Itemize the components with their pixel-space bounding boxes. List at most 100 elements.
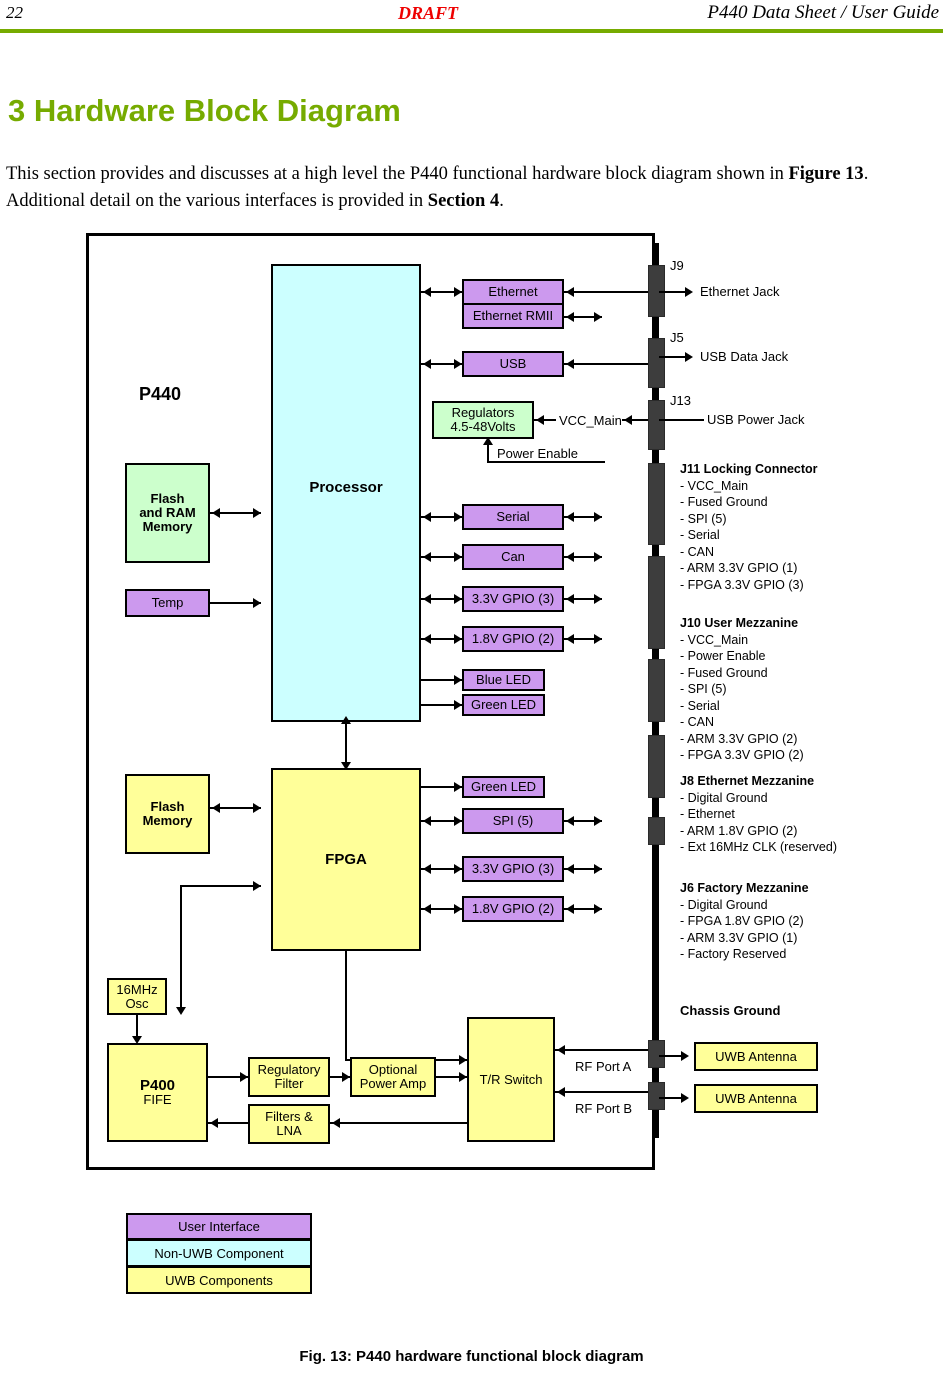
arrow-fpga-gpio33-right bbox=[454, 864, 462, 874]
arrow-ethernetjack-right bbox=[685, 287, 693, 297]
filterslna-line-1: Filters & bbox=[265, 1109, 313, 1124]
connector-j6-pin-1: - FPGA 1.8V GPIO (2) bbox=[680, 914, 804, 928]
label-rf-port-b: RF Port B bbox=[575, 1101, 633, 1116]
arrow-flashram-left bbox=[212, 508, 220, 518]
connector-j10-pin-7: - FPGA 3.3V GPIO (2) bbox=[680, 748, 804, 762]
arrow-power-enable-up bbox=[483, 437, 493, 445]
block-flash-and-ram-memory: Flash and RAM Memory bbox=[125, 463, 210, 563]
block-proc-gpio-33v: 3.3V GPIO (3) bbox=[462, 586, 564, 612]
diagram-legend: User Interface Non-UWB Component UWB Com… bbox=[126, 1213, 312, 1294]
arrow-gpio18-left bbox=[423, 634, 431, 644]
link-fpga-p400-h bbox=[180, 885, 261, 887]
block-filters-lna: Filters & LNA bbox=[248, 1104, 330, 1144]
connector-j8-pin-2: - ARM 1.8V GPIO (2) bbox=[680, 823, 798, 838]
arrow-serial-right bbox=[454, 512, 462, 522]
arrow-gpio18-right bbox=[454, 634, 462, 644]
connector-j11-pin-2: - SPI (5) bbox=[680, 511, 727, 526]
label-ethernet-jack: Ethernet Jack bbox=[700, 284, 780, 299]
connector-pad-rf-b[interactable] bbox=[648, 1082, 665, 1110]
block-regulators: Regulators 4.5-48Volts bbox=[432, 401, 534, 439]
arrow-rmii-left bbox=[566, 312, 574, 322]
connector-pad-rf-a[interactable] bbox=[648, 1040, 665, 1068]
arrow-serial-left bbox=[423, 512, 431, 522]
link-j13-usbpowerjack bbox=[659, 419, 704, 421]
connector-j6-title: J6 Factory Mezzanine bbox=[680, 881, 809, 895]
label-usb-data-jack: USB Data Jack bbox=[700, 349, 789, 364]
link-power-enable-v bbox=[487, 444, 489, 463]
regfilter-line-1: Regulatory bbox=[257, 1062, 321, 1077]
connector-descriptor-j11: J11 Locking Connector - VCC_Main - Fused… bbox=[680, 461, 818, 593]
flash-ram-line-3: Memory bbox=[142, 519, 193, 534]
osc-line-2: Osc bbox=[125, 995, 149, 1011]
arrow-greenled-right bbox=[454, 700, 462, 710]
connector-j8-pin-3: - Ext 16MHz CLK (reserved) bbox=[680, 840, 837, 854]
label-vcc-main: VCC_Main bbox=[559, 413, 622, 428]
arrow-fpga-gpio18-out-right bbox=[594, 904, 602, 914]
arrow-spi-left bbox=[423, 816, 431, 826]
hardware-block-diagram: P440 Processor Flash and RAM Memory Temp… bbox=[0, 0, 943, 1382]
block-uwb-antenna-a: UWB Antenna bbox=[694, 1042, 818, 1071]
osc-line-1: 16MHz bbox=[116, 981, 158, 997]
arrow-blueled-right bbox=[454, 675, 462, 685]
arrow-ethernet-j9 bbox=[566, 287, 574, 297]
connector-id-j13: J13 bbox=[670, 393, 691, 408]
arrow-usb-j5 bbox=[566, 359, 574, 369]
arrow-trswitch-filterslna bbox=[332, 1118, 340, 1128]
connector-pad-j10[interactable] bbox=[648, 556, 665, 649]
p400-line-1: P400 bbox=[139, 1076, 176, 1094]
block-tr-switch: T/R Switch bbox=[467, 1017, 555, 1142]
block-p400-fife: P400 FIFE bbox=[107, 1043, 208, 1142]
block-fpga: FPGA bbox=[271, 768, 421, 951]
arrow-regfilter-poweramp bbox=[342, 1072, 350, 1082]
connector-j10-pin-4: - Serial bbox=[680, 698, 720, 713]
arrow-temp-right bbox=[253, 598, 261, 608]
block-green-led-processor: Green LED bbox=[462, 694, 545, 716]
link-ethernet-j9 bbox=[564, 291, 654, 293]
arrow-fpga-p400-down bbox=[176, 1007, 186, 1015]
connector-j6-pin-3: - Factory Reserved bbox=[680, 947, 787, 961]
flash-ram-line-1: Flash bbox=[150, 491, 185, 506]
connector-j8-title: J8 Ethernet Mezzanine bbox=[680, 774, 815, 788]
arrow-j13-vcc bbox=[624, 415, 632, 425]
connector-j8-pin-0: - Digital Ground bbox=[680, 790, 768, 805]
arrow-antenna-a-right bbox=[681, 1051, 689, 1061]
link-fpga-trswitch-v bbox=[345, 951, 347, 1061]
block-ethernet-rmii: Ethernet RMII bbox=[462, 304, 564, 329]
block-spi: SPI (5) bbox=[462, 808, 564, 834]
connector-id-j9: J9 bbox=[670, 258, 684, 273]
arrow-fpga-gpio33-out-left bbox=[566, 864, 574, 874]
connector-descriptor-j10: J10 User Mezzanine - VCC_Main - Power En… bbox=[680, 615, 804, 764]
connector-pad-j6[interactable] bbox=[648, 735, 665, 798]
arrow-proc-fpga-up bbox=[341, 716, 351, 724]
connector-pad-j5[interactable] bbox=[648, 338, 665, 388]
connector-j11-pin-3: - Serial bbox=[680, 528, 720, 542]
poweramp-line-2: Power Amp bbox=[359, 1076, 427, 1091]
connector-j10-pin-3: - SPI (5) bbox=[680, 682, 727, 696]
connector-pad-j13[interactable] bbox=[648, 400, 665, 450]
block-regulatory-filter: Regulatory Filter bbox=[248, 1057, 330, 1097]
connector-pad-chassis-ground[interactable] bbox=[648, 817, 665, 845]
poweramp-line-1: Optional bbox=[368, 1062, 418, 1077]
arrow-flashmem-right bbox=[253, 803, 261, 813]
arrow-ethernet-right bbox=[454, 287, 462, 297]
block-blue-led: Blue LED bbox=[462, 669, 545, 691]
connector-j11-title: J11 Locking Connector bbox=[680, 462, 818, 476]
p400-line-2: FIFE bbox=[143, 1091, 172, 1107]
arrow-gpio18-out-right bbox=[594, 634, 602, 644]
link-fpga-p400-v bbox=[180, 885, 182, 1011]
legend-row-user-interface: User Interface bbox=[126, 1213, 312, 1240]
connector-j8-pin-1: - Ethernet bbox=[680, 807, 735, 821]
connector-pad-j8[interactable] bbox=[648, 659, 665, 722]
arrow-fpga-trswitch-right bbox=[459, 1055, 467, 1065]
connector-j10-pin-6: - ARM 3.3V GPIO (2) bbox=[680, 731, 798, 746]
arrow-fpga-gpio18-out-left bbox=[566, 904, 574, 914]
block-green-led-fpga: Green LED bbox=[462, 776, 545, 798]
arrow-vcc-left bbox=[536, 415, 544, 425]
arrow-rmii-right bbox=[594, 312, 602, 322]
legend-row-uwb: UWB Components bbox=[126, 1267, 312, 1294]
arrow-flashmem-left bbox=[212, 803, 220, 813]
block-fpga-gpio-18v: 1.8V GPIO (2) bbox=[462, 896, 564, 922]
connector-pad-j11[interactable] bbox=[648, 463, 665, 545]
connector-j11-pin-4: - CAN bbox=[680, 544, 715, 559]
arrow-spi-out-left bbox=[566, 816, 574, 826]
